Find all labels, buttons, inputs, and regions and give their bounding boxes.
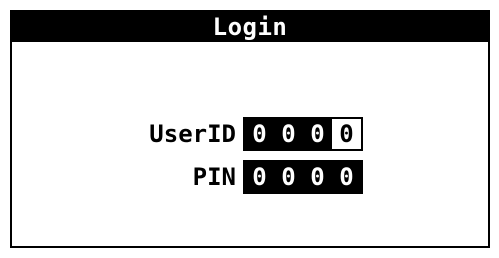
userid-digit-4-selected[interactable]: 0 [332,119,361,149]
userid-digit-3[interactable]: 0 [303,119,332,149]
login-form: UserID 0 0 0 0 PIN 0 0 0 0 [12,12,488,246]
userid-digit-1[interactable]: 0 [245,119,274,149]
userid-field[interactable]: 0 0 0 0 [243,117,363,151]
pin-field[interactable]: 0 0 0 0 [243,160,363,194]
pin-digit-1[interactable]: 0 [245,162,274,192]
userid-digit-2[interactable]: 0 [274,119,303,149]
pin-label: PIN [192,163,236,191]
pin-digit-4[interactable]: 0 [332,162,361,192]
userid-row: UserID 0 0 0 0 [12,117,488,151]
pin-row: PIN 0 0 0 0 [12,160,488,194]
login-screen: Login UserID 0 0 0 0 PIN 0 0 0 0 [0,0,499,258]
userid-label: UserID [149,120,236,148]
login-frame: Login UserID 0 0 0 0 PIN 0 0 0 0 [10,10,490,248]
pin-digit-2[interactable]: 0 [274,162,303,192]
pin-digit-3[interactable]: 0 [303,162,332,192]
